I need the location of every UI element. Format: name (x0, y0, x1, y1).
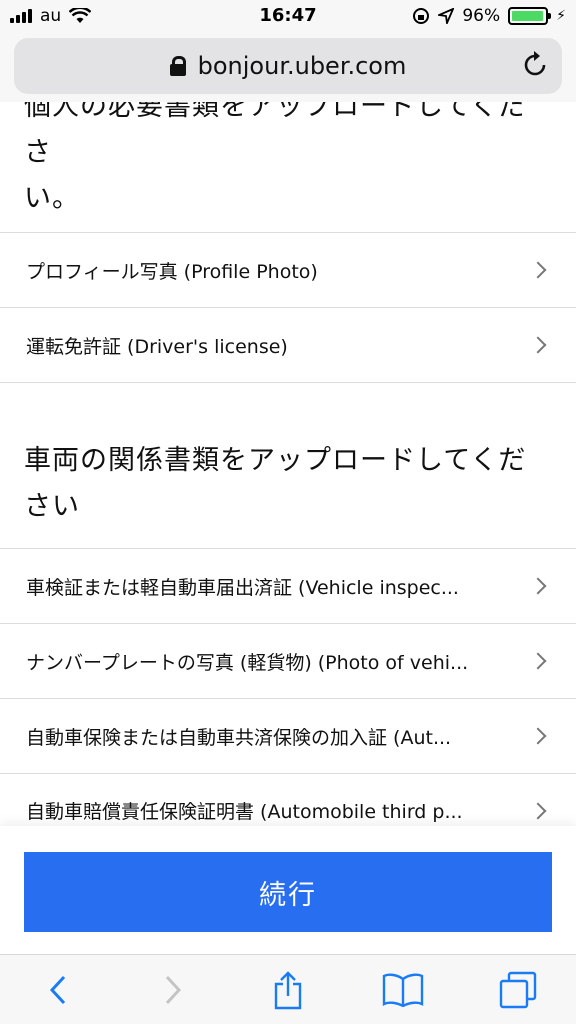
forward-icon (165, 975, 181, 1004)
doc-row-profile-photo[interactable]: プロフィール写真 (Profile Photo) (0, 232, 576, 307)
back-button[interactable] (28, 960, 88, 1020)
chevron-right-icon (529, 336, 547, 354)
status-right: 96% ⚡ (412, 0, 566, 32)
doc-row-auto-insurance[interactable]: 自動車保険または自動車共済保険の加入証 (Aut... (0, 698, 576, 773)
bookmarks-icon (382, 973, 424, 1007)
chevron-right-icon (529, 261, 547, 279)
doc-row-liability-insurance[interactable]: 自動車賠償責任保険証明書 (Automobile third p... (0, 773, 576, 826)
vehicle-docs-heading-text: 車両の関係書類をアップロードしてください (24, 445, 527, 522)
personal-docs-heading-line2: い。 (24, 183, 80, 214)
browser-header: bonjour.uber.com (0, 32, 576, 102)
battery-percent: 96% (462, 6, 501, 26)
doc-row-label: 自動車賠償責任保険証明書 (Automobile third p... (26, 801, 463, 823)
tabs-icon (500, 971, 537, 1008)
section-divider (0, 382, 576, 422)
share-icon (274, 970, 302, 1009)
vehicle-docs-heading: 車両の関係書類をアップロードしてください (0, 422, 576, 548)
chevron-right-icon (529, 802, 547, 819)
doc-row-label: プロフィール写真 (Profile Photo) (26, 260, 318, 283)
rotation-lock-icon (413, 8, 430, 24)
doc-row-drivers-license[interactable]: 運転免許証 (Driver's license) (0, 307, 576, 382)
address-bar[interactable]: bonjour.uber.com (14, 38, 562, 94)
chevron-right-icon (529, 652, 547, 670)
continue-button[interactable]: 続行 (24, 852, 552, 932)
reload-icon[interactable] (522, 50, 548, 78)
chevron-right-icon (529, 577, 547, 595)
status-bar: au 16:47 96% ⚡ (0, 0, 576, 32)
share-button[interactable] (258, 960, 318, 1020)
forward-button[interactable] (143, 960, 203, 1020)
lock-icon (169, 56, 186, 76)
doc-row-label: ナンバープレートの写真 (軽貨物) (Photo of vehi... (26, 651, 469, 674)
doc-row-label: 自動車保険または自動車共済保険の加入証 (Aut... (26, 726, 452, 749)
doc-row-label: 車検証または軽自動車届出済証 (Vehicle inspec... (26, 576, 459, 599)
location-icon (438, 8, 455, 24)
personal-docs-heading-line1: 個人の必要書類をアップロードしてくださ (24, 102, 527, 168)
chevron-right-icon (529, 727, 547, 745)
browser-toolbar (0, 954, 576, 1024)
page-content: 個人の必要書類をアップロードしてくださ い。 プロフィール写真 (Profile… (0, 102, 576, 826)
cta-panel: 続行 (0, 826, 576, 954)
doc-row-label: 運転免許証 (Driver's license) (26, 335, 288, 358)
doc-row-license-plate-photo[interactable]: ナンバープレートの写真 (軽貨物) (Photo of vehi... (0, 623, 576, 698)
doc-row-vehicle-inspection[interactable]: 車検証または軽自動車届出済証 (Vehicle inspec... (0, 548, 576, 623)
back-icon (49, 975, 65, 1004)
bookmarks-button[interactable] (373, 960, 433, 1020)
personal-docs-heading: 個人の必要書類をアップロードしてくださ い。 (0, 102, 576, 222)
battery-icon (508, 7, 552, 25)
charging-icon: ⚡ (556, 8, 566, 24)
url-domain: bonjour.uber.com (197, 52, 407, 80)
tabs-button[interactable] (488, 960, 548, 1020)
